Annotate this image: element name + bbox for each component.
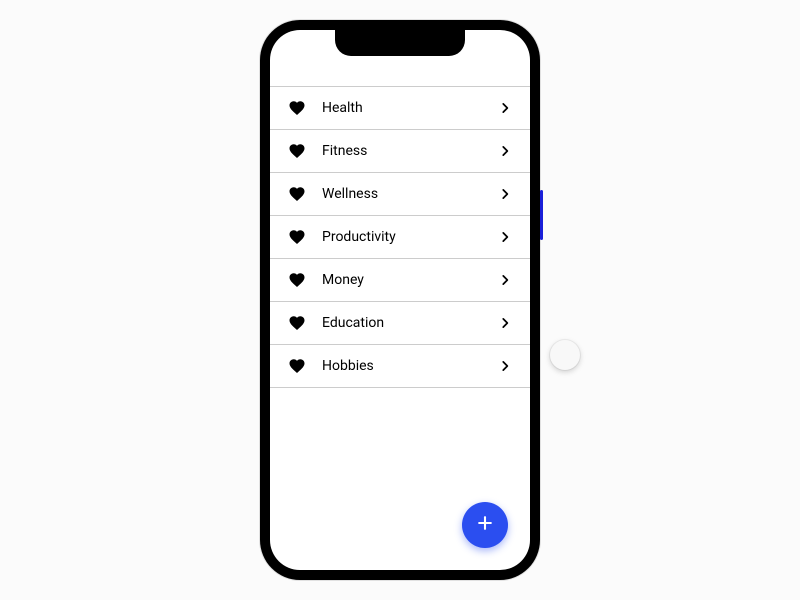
plus-icon <box>475 513 495 537</box>
list-item-wellness[interactable]: Wellness <box>270 173 530 216</box>
phone-notch <box>335 30 465 56</box>
chevron-right-icon <box>498 230 512 244</box>
list-item-money[interactable]: Money <box>270 259 530 302</box>
add-button[interactable] <box>462 502 508 548</box>
list-item-label: Hobbies <box>322 358 498 374</box>
phone-frame: Health Fitness <box>260 20 540 580</box>
heart-icon <box>288 99 306 117</box>
chevron-right-icon <box>498 144 512 158</box>
list-item-label: Fitness <box>322 143 498 159</box>
heart-icon <box>288 314 306 332</box>
phone-side-button <box>540 190 543 240</box>
list-item-label: Health <box>322 100 498 116</box>
heart-icon <box>288 185 306 203</box>
list-item-label: Productivity <box>322 229 498 245</box>
list-item-fitness[interactable]: Fitness <box>270 130 530 173</box>
list-item-productivity[interactable]: Productivity <box>270 216 530 259</box>
list-item-education[interactable]: Education <box>270 302 530 345</box>
chevron-right-icon <box>498 273 512 287</box>
list-item-label: Education <box>322 315 498 331</box>
list-item-label: Money <box>322 272 498 288</box>
chevron-right-icon <box>498 316 512 330</box>
list-item-label: Wellness <box>322 186 498 202</box>
chevron-right-icon <box>498 187 512 201</box>
chevron-right-icon <box>498 101 512 115</box>
heart-icon <box>288 228 306 246</box>
phone-screen: Health Fitness <box>270 30 530 570</box>
category-list: Health Fitness <box>270 86 530 388</box>
chevron-right-icon <box>498 359 512 373</box>
cursor-indicator <box>550 340 580 370</box>
heart-icon <box>288 142 306 160</box>
heart-icon <box>288 357 306 375</box>
app-content: Health Fitness <box>270 30 530 570</box>
list-item-hobbies[interactable]: Hobbies <box>270 345 530 388</box>
list-item-health[interactable]: Health <box>270 87 530 130</box>
heart-icon <box>288 271 306 289</box>
